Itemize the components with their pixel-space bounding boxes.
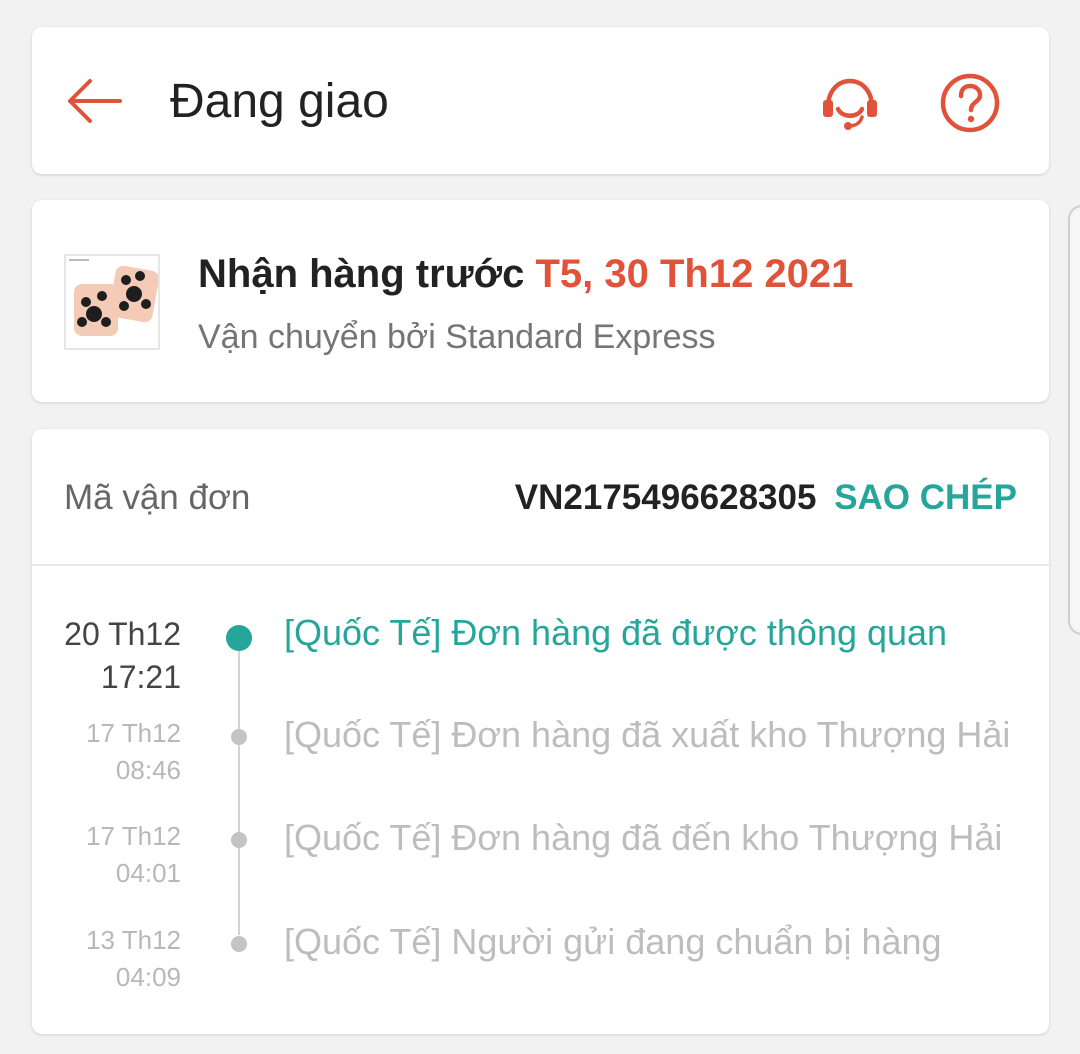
tracking-card: Mã vận đơn VN2175496628305 SAO CHÉP 20 T… [32,429,1049,1034]
event-date: 13 Th12 [86,925,181,955]
tracking-number-label: Mã vận đơn [64,478,251,517]
event-date: 20 Th12 [64,616,181,652]
eta-date: T5, 30 Th12 2021 [535,252,854,296]
event-time: 17:21 [100,659,181,695]
timeline-dot [231,729,247,745]
help-circle-icon [940,73,1000,133]
copy-button[interactable]: SAO CHÉP [834,478,1017,517]
event-time: 04:09 [115,962,181,992]
product-thumbnail[interactable] [64,254,160,350]
back-button[interactable] [62,73,126,129]
edge-panel-handle[interactable] [1068,205,1080,635]
event-description: [Quốc Tế] Đơn hàng đã đến kho Thượng Hải [284,817,1003,858]
back-arrow-icon [68,79,122,123]
timeline-dot [231,832,247,848]
tracking-number: VN2175496628305 [514,478,817,517]
carrier-text: Vận chuyển bởi Standard Express [198,318,716,356]
support-button[interactable] [816,69,884,137]
page-title: Đang giao [170,75,389,128]
delivery-info-card: Nhận hàng trước T5, 30 Th12 2021 Vận chu… [32,200,1049,402]
event-timestamp: 17 Th12 04:01 [86,818,181,892]
event-description: [Quốc Tế] Người gửi đang chuẩn bị hàng [284,921,942,962]
headset-icon [823,78,877,130]
tracking-number-row: Mã vận đơn VN2175496628305 SAO CHÉP [32,429,1049,566]
event-time: 08:46 [115,755,181,785]
product-image [69,259,158,336]
event-timestamp: 13 Th12 04:09 [86,922,181,996]
eta-line: Nhận hàng trước T5, 30 Th12 2021 [198,250,853,298]
help-button[interactable] [936,69,1004,137]
header-bar: Đang giao [32,27,1049,174]
event-date: 17 Th12 [86,821,181,851]
event-time: 04:01 [115,858,181,888]
event-description: [Quốc Tế] Đơn hàng đã xuất kho Thượng Hả… [284,714,1011,755]
eta-label: Nhận hàng trước [198,252,525,296]
timeline-dot-active [226,625,252,651]
timeline-line [238,625,240,935]
event-timestamp: 17 Th12 08:46 [86,715,181,789]
event-description: [Quốc Tế] Đơn hàng đã được thông quan [284,612,948,653]
event-timestamp: 20 Th12 17:21 [64,613,181,699]
tracking-number-group: VN2175496628305 SAO CHÉP [515,477,1017,519]
timeline-dot [231,936,247,952]
event-date: 17 Th12 [86,718,181,748]
